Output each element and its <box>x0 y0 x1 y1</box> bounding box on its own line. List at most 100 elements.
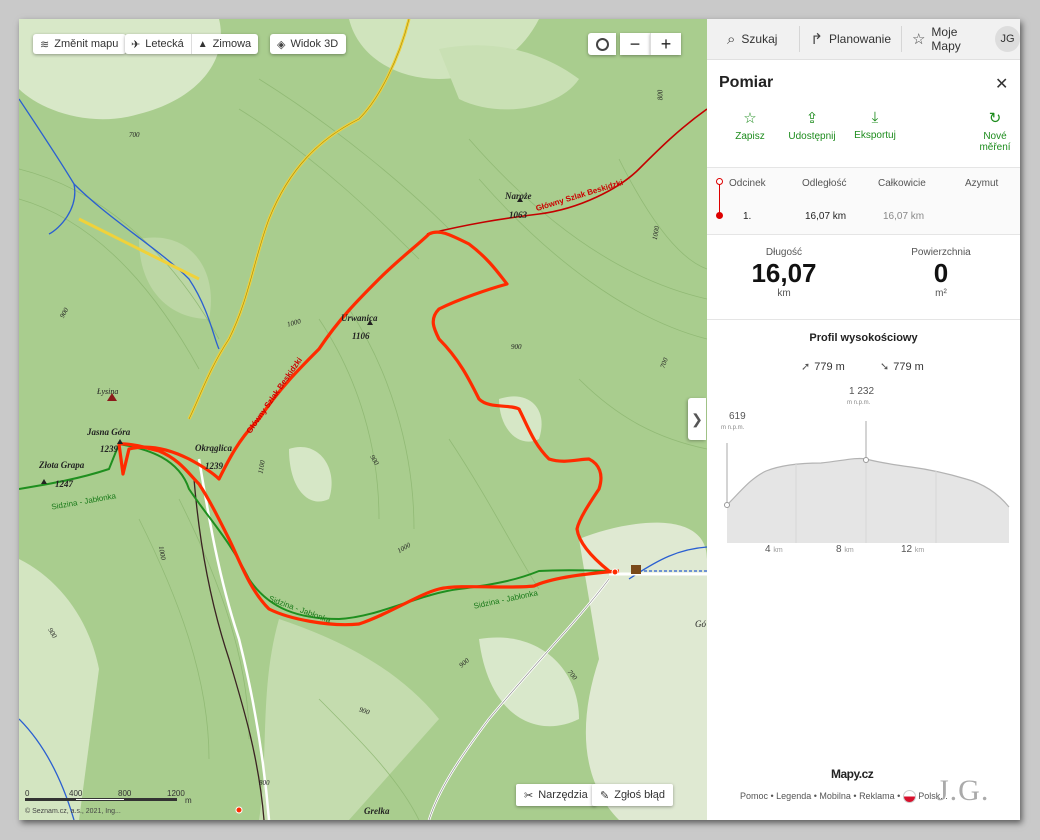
new-measure-button[interactable]: ↻ Nové měření <box>960 109 1020 153</box>
length-label: Długość <box>765 247 803 258</box>
place-label-lysina: Łysina <box>97 387 119 396</box>
copyright-text[interactable]: © Seznam.cz, a.s., 2021, Ing... <box>25 808 121 815</box>
tools-label: Narzędzia <box>538 789 588 801</box>
layers-icon: ≋ <box>40 38 50 51</box>
elevation-profile[interactable]: 619 m n.p.m. 1 232 m n.p.m. 4 km 8 km 12… <box>721 383 1011 555</box>
measure-stats: Długość 16,07 km Powierzchnia 0 m² <box>707 235 1020 320</box>
peak-height-zlota-grapa: 1247 <box>55 479 73 489</box>
report-error-button[interactable]: ✎ Zgłoś błąd <box>592 784 673 806</box>
area-unit: m² <box>935 288 947 299</box>
area-stat: Powierzchnia 0 m² <box>866 247 1016 299</box>
scale-tick: 800 <box>118 789 132 798</box>
zoom-controls: − + <box>588 33 681 55</box>
cube-icon: ◈ <box>277 38 286 51</box>
flag-icon <box>902 790 916 803</box>
length-unit: km <box>777 288 791 299</box>
new-measure-label-2: měření <box>979 142 1011 153</box>
footer-links: Pomoc • Legenda • Mobilna • Reklama • Po… <box>740 790 948 803</box>
contour-label: 800 <box>259 779 270 787</box>
footer-link-ads[interactable]: Reklama <box>859 791 895 801</box>
footer-link-mobile[interactable]: Mobilna <box>819 791 851 801</box>
zoom-in-button[interactable]: + <box>650 33 681 55</box>
peak-label-urwanica: Urwanica <box>341 313 378 323</box>
route-icon: ↱ <box>810 31 823 48</box>
area-label: Powierzchnia <box>911 247 971 258</box>
layer-winter-button[interactable]: ▲ Zimowa <box>192 34 258 54</box>
row-segment: 1. <box>743 211 752 222</box>
share-label: Udostępnij <box>788 131 836 142</box>
my-maps-button[interactable]: ☆ Moje Mapy <box>902 19 989 59</box>
planning-button[interactable]: ↱ Planowanie <box>800 19 901 59</box>
row-total: 16,07 km <box>883 211 925 222</box>
plane-icon: ✈ <box>131 38 141 51</box>
map-canvas[interactable]: Naroże 1063 Urwanica 1106 Jasna Góra 123… <box>19 19 707 820</box>
side-panel: ⌕ Szukaj ↱ Planowanie ☆ Moje Mapy JG Pom… <box>707 19 1020 820</box>
change-map-label: Změnit mapu <box>54 38 119 50</box>
chevron-right-icon: ❯ <box>691 410 703 427</box>
new-measure-label-1: Nové <box>983 131 1007 142</box>
mapy-logo[interactable]: Mapy.cz <box>831 767 874 781</box>
place-label-grelka: Grelka <box>364 806 390 816</box>
signature-watermark: J.G. <box>937 774 990 807</box>
descent-value: 779 m <box>893 361 924 373</box>
map-layer-group: ✈ Letecká ▲ Zimowa <box>125 34 259 54</box>
row-distance: 16,07 km <box>805 211 847 222</box>
footer-link-legend[interactable]: Legenda <box>776 791 811 801</box>
place-label-go: Gó <box>695 619 706 629</box>
view-3d-button[interactable]: ◈ Widok 3D <box>270 34 347 54</box>
contour-label: 800 <box>656 89 665 101</box>
panel-footer: Mapy.cz Pomoc • Legenda • Mobilna • Rekl… <box>707 767 1020 820</box>
collapse-panel-button[interactable]: ❯ <box>688 398 706 440</box>
change-map-button[interactable]: ≋ Změnit mapu <box>33 34 127 54</box>
scale-unit: m <box>185 796 192 805</box>
peak-height-jasna-gora: 1239 <box>100 444 118 454</box>
peak-label-zlota-grapa: Złota Grapa <box>39 460 85 470</box>
descent-stat: ➘ 779 m <box>880 360 924 373</box>
ascent-value: 779 m <box>814 361 845 373</box>
target-icon <box>595 37 609 51</box>
layer-aerial-button[interactable]: ✈ Letecká <box>125 34 192 54</box>
arrow-up-right-icon: ➚ <box>801 361 811 373</box>
search-label: Szukaj <box>741 32 778 46</box>
top-bar: ⌕ Szukaj ↱ Planowanie ☆ Moje Mapy JG <box>707 19 1020 60</box>
peak-label-jasna-gora: Jasna Góra <box>87 427 131 437</box>
search-button[interactable]: ⌕ Szukaj <box>707 19 799 59</box>
planning-label: Planowanie <box>828 32 892 46</box>
x-tick: 4 km <box>765 544 783 555</box>
close-icon[interactable]: ✕ <box>995 74 1008 94</box>
peak-height-naroze: 1063 <box>509 210 527 220</box>
pencil-icon: ✎ <box>600 789 610 802</box>
col-header-total: Całkowicie <box>878 178 926 189</box>
tools-button[interactable]: ✂ Narzędzia <box>516 784 596 806</box>
export-button[interactable]: ⤓ Eksportuj <box>840 109 910 141</box>
save-label: Zapisz <box>735 131 765 142</box>
my-maps-label: Moje Mapy <box>931 25 961 53</box>
ascent-stat: ➚ 779 m <box>801 360 845 373</box>
download-icon: ⤓ <box>871 109 879 126</box>
map-terrain[interactable] <box>19 19 707 820</box>
footer-link-help[interactable]: Pomoc <box>740 791 768 801</box>
col-header-distance: Odległość <box>802 178 847 189</box>
tools-icon: ✂ <box>524 789 534 802</box>
avatar[interactable]: JG <box>995 26 1020 52</box>
export-label: Eksportuj <box>854 130 896 141</box>
app-window: Naroże 1063 Urwanica 1106 Jasna Góra 123… <box>19 19 1020 820</box>
zoom-out-button[interactable]: − <box>620 33 650 55</box>
x-tick: 8 km <box>836 544 854 555</box>
profile-chart <box>724 421 1010 543</box>
scale-tick: 1200 <box>167 789 185 798</box>
panel-title: Pomiar <box>719 74 774 91</box>
save-button[interactable]: ☆ Zapisz <box>715 109 785 142</box>
area-value: 0 <box>933 258 949 288</box>
contour-label: 900 <box>511 343 522 351</box>
col-header-azimuth: Azymut <box>965 178 999 189</box>
locate-button[interactable] <box>588 33 616 55</box>
report-error-label: Zgłoś błąd <box>614 789 665 801</box>
segments-table: Odcinek Odległość Całkowicie Azymut 1. 1… <box>707 167 1020 235</box>
search-icon: ⌕ <box>727 30 736 48</box>
col-header-segment: Odcinek <box>729 178 766 189</box>
share-button[interactable]: ⇪ Udostępnij <box>777 109 847 142</box>
length-stat: Długość 16,07 km <box>709 247 859 299</box>
length-value: 16,07 <box>751 258 817 288</box>
peak-height-urwanica: 1106 <box>352 331 370 341</box>
